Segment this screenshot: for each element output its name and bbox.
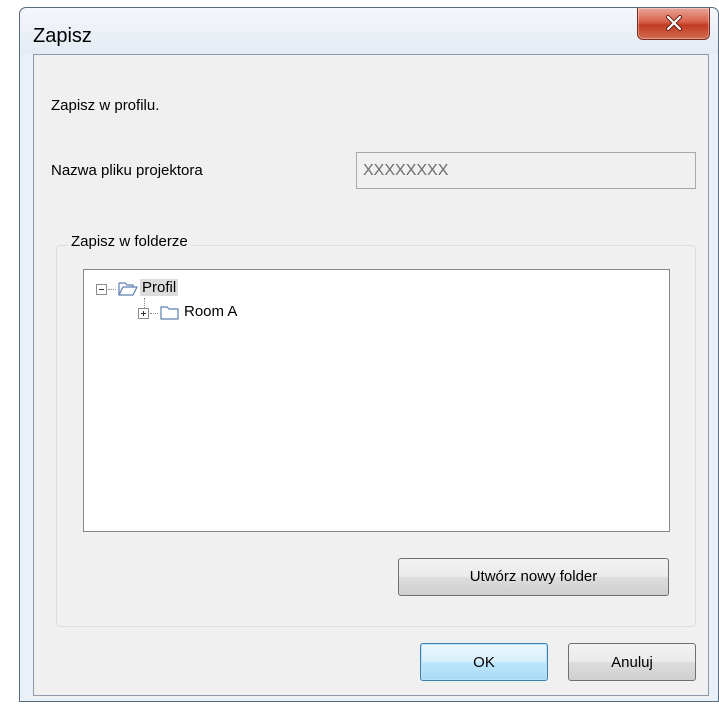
ok-button[interactable]: OK	[420, 643, 548, 681]
close-button[interactable]	[637, 8, 710, 40]
title-bar[interactable]: Zapisz	[20, 8, 718, 54]
window-title: Zapisz	[33, 25, 92, 47]
folder-tree[interactable]: Profil Room A	[83, 269, 670, 532]
cancel-button[interactable]: Anuluj	[568, 643, 696, 681]
expand-icon[interactable]	[138, 308, 149, 319]
filename-field[interactable]: XXXXXXXX	[356, 152, 696, 189]
open-folder-icon	[118, 282, 138, 296]
collapse-icon[interactable]	[96, 284, 107, 295]
tree-node-profil[interactable]: Profil	[96, 278, 296, 300]
folder-group-label: Zapisz w folderze	[68, 233, 191, 250]
instruction-text: Zapisz w profilu.	[51, 97, 160, 114]
tree-connector	[108, 289, 116, 290]
filename-label: Nazwa pliku projektora	[51, 162, 203, 179]
new-folder-button[interactable]: Utwórz nowy folder	[398, 558, 669, 596]
dialog-client-area: Zapisz w profilu. Nazwa pliku projektora…	[33, 54, 709, 696]
tree-node-label: Room A	[184, 303, 238, 320]
folder-icon	[160, 306, 179, 320]
tree-node-room-a[interactable]: Room A	[138, 302, 338, 324]
save-dialog: Zapisz Zapisz w profilu. Nazwa pliku pro…	[19, 7, 719, 702]
tree-node-label: Profil	[140, 279, 179, 296]
close-icon	[666, 15, 682, 31]
tree-connector	[150, 313, 158, 314]
